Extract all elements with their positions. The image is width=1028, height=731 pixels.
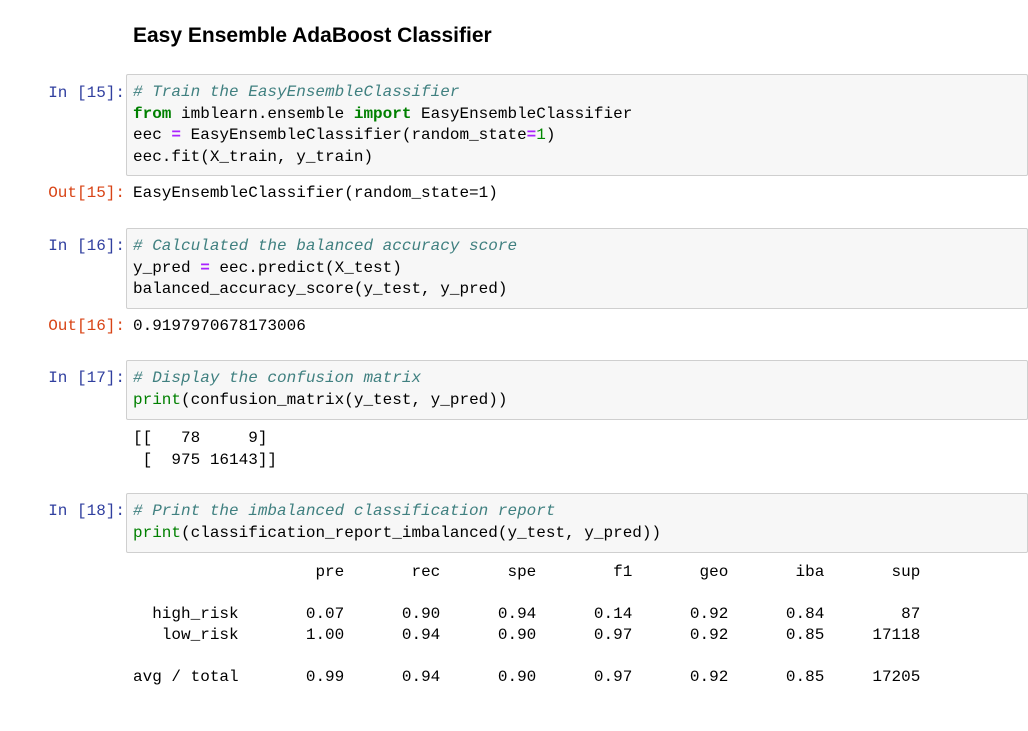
- section-heading: Easy Ensemble AdaBoost Classifier: [133, 24, 492, 47]
- row-label: high_risk: [133, 605, 239, 623]
- report-cell: spe: [440, 563, 537, 581]
- row-label: [133, 563, 239, 581]
- code-text: (classification_report_imbalanced(y_test…: [181, 523, 662, 542]
- report-cell: 0.07: [248, 605, 345, 623]
- report-cell: 0.92: [632, 605, 729, 623]
- report-cell: 0.85: [728, 626, 825, 644]
- code-text: eec.predict(X_test): [209, 258, 402, 277]
- code-line: # Train the EasyEnsembleClassifier: [133, 82, 1021, 104]
- input-prompt: In [18]:: [48, 502, 125, 520]
- code-keyword: import: [353, 104, 412, 123]
- report-cell: 87: [824, 605, 921, 623]
- code-line: eec = EasyEnsembleClassifier(random_stat…: [133, 125, 1021, 147]
- code-line: # Calculated the balanced accuracy score: [133, 236, 1021, 258]
- code-text: imblearn.ensemble: [171, 104, 354, 123]
- input-prompt: In [17]:: [48, 369, 125, 387]
- code-editor[interactable]: # Train the EasyEnsembleClassifier from i…: [126, 74, 1028, 176]
- code-line: from imblearn.ensemble import EasyEnsemb…: [133, 104, 1021, 126]
- code-editor[interactable]: # Print the imbalanced classification re…: [126, 493, 1028, 553]
- report-cell: rec: [344, 563, 441, 581]
- report-cell: 17205: [824, 668, 921, 686]
- report-cell: 0.90: [344, 605, 441, 623]
- code-line: balanced_accuracy_score(y_test, y_pred): [133, 279, 1021, 301]
- report-cell: f1: [536, 563, 633, 581]
- confusion-matrix-output: [[ 78 9] [ 975 16143]]: [133, 429, 278, 469]
- report-cell: 0.14: [536, 605, 633, 623]
- code-text: (confusion_matrix(y_test, y_pred)): [181, 390, 508, 409]
- code-line: print(classification_report_imbalanced(y…: [133, 523, 1021, 545]
- report-cell: 17118: [824, 626, 921, 644]
- row-label: avg / total: [133, 668, 239, 686]
- row-label: low_risk: [133, 626, 239, 644]
- code-operator: =: [200, 258, 210, 277]
- report-total-row: avg / total 0.99 0.94 0.90 0.97 0.92 0.8…: [133, 667, 920, 688]
- report-cell: iba: [728, 563, 825, 581]
- code-comment: # Print the imbalanced classification re…: [133, 502, 556, 520]
- code-builtin: print: [133, 523, 182, 542]
- code-text: y_pred: [133, 258, 201, 277]
- report-cell: 0.97: [536, 626, 633, 644]
- cell-output: 0.9197970678173006: [133, 317, 306, 335]
- report-cell: 0.92: [632, 626, 729, 644]
- code-comment: # Calculated the balanced accuracy score: [133, 237, 518, 255]
- report-cell: 0.99: [248, 668, 345, 686]
- code-editor[interactable]: # Calculated the balanced accuracy score…: [126, 228, 1028, 309]
- code-text: balanced_accuracy_score(y_test, y_pred): [133, 280, 508, 298]
- report-cell: 0.97: [536, 668, 633, 686]
- report-header: pre rec spe f1 geo iba sup: [133, 562, 920, 583]
- report-cell: 1.00: [248, 626, 345, 644]
- report-cell: 0.90: [440, 668, 537, 686]
- report-cell: geo: [632, 563, 729, 581]
- code-comment: # Train the EasyEnsembleClassifier: [133, 83, 460, 101]
- cell-output: EasyEnsembleClassifier(random_state=1): [133, 184, 498, 202]
- output-prompt: Out[16]:: [48, 317, 125, 335]
- report-row: high_risk 0.07 0.90 0.94 0.14 0.92 0.84 …: [133, 604, 920, 625]
- code-comment: # Display the confusion matrix: [133, 369, 422, 387]
- report-cell: pre: [248, 563, 345, 581]
- report-cell: 0.85: [728, 668, 825, 686]
- code-keyword: from: [133, 104, 172, 123]
- code-builtin: print: [133, 390, 182, 409]
- code-text: eec.fit(X_train, y_train): [133, 147, 374, 166]
- report-cell: sup: [824, 563, 921, 581]
- report-cell: 0.84: [728, 605, 825, 623]
- input-prompt: In [15]:: [48, 84, 125, 102]
- code-line: # Display the confusion matrix: [133, 368, 1021, 390]
- code-text: ): [545, 126, 556, 144]
- input-prompt: In [16]:: [48, 237, 125, 255]
- report-cell: 0.92: [632, 668, 729, 686]
- classification-report: pre rec spe f1 geo iba sup high_risk 0.0…: [133, 562, 920, 688]
- code-line: # Print the imbalanced classification re…: [133, 501, 1021, 523]
- report-cell: 0.94: [440, 605, 537, 623]
- code-number: 1: [536, 126, 546, 144]
- code-editor[interactable]: # Display the confusion matrix print(conf…: [126, 360, 1028, 420]
- code-line: y_pred = eec.predict(X_test): [133, 258, 1021, 280]
- code-line: eec.fit(X_train, y_train): [133, 147, 1021, 169]
- report-row: low_risk 1.00 0.94 0.90 0.97 0.92 0.85 1…: [133, 625, 921, 646]
- code-text: EasyEnsembleClassifier: [411, 104, 633, 123]
- code-line: print(confusion_matrix(y_test, y_pred)): [133, 390, 1021, 412]
- code-text: EasyEnsembleClassifier(random_state: [181, 126, 527, 144]
- code-operator: =: [171, 126, 182, 144]
- output-prompt: Out[15]:: [48, 184, 125, 202]
- report-cell: 0.90: [440, 626, 537, 644]
- report-cell: 0.94: [344, 668, 441, 686]
- report-cell: 0.94: [344, 626, 441, 644]
- code-text: eec: [133, 126, 172, 144]
- code-operator: =: [526, 126, 537, 144]
